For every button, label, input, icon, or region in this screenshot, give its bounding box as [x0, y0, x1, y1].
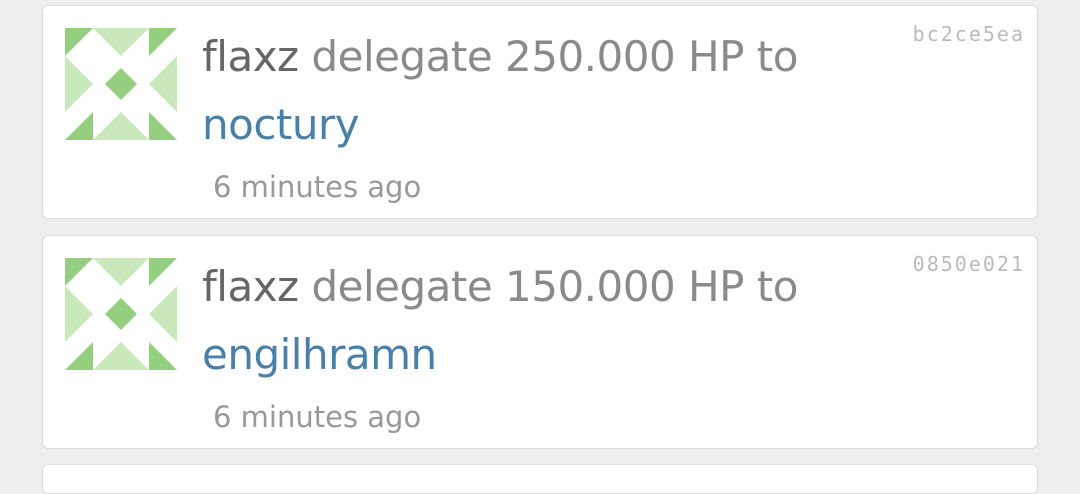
recipient-link[interactable]: engilhramn: [202, 330, 437, 379]
action-text: delegate 150.000 HP to: [311, 262, 798, 311]
transaction-hash[interactable]: 0850e021: [913, 252, 1025, 276]
notification-text: flaxz delegate 250.000 HP to: [202, 32, 798, 81]
notification-text: flaxz delegate 150.000 HP to: [202, 262, 798, 311]
notification-card[interactable]: flaxz delegate 150.000 HP to engilhramn …: [42, 235, 1038, 449]
timestamp: 6 minutes ago: [213, 170, 422, 204]
identicon-icon[interactable]: [65, 28, 177, 140]
recipient-link[interactable]: noctury: [202, 100, 360, 149]
notification-card-partial[interactable]: [42, 464, 1038, 494]
transaction-hash[interactable]: bc2ce5ea: [913, 22, 1025, 46]
action-text: delegate 250.000 HP to: [311, 32, 798, 81]
notification-card[interactable]: flaxz delegate 250.000 HP to noctury 6 m…: [42, 5, 1038, 219]
timestamp: 6 minutes ago: [213, 400, 422, 434]
username-link[interactable]: flaxz: [202, 32, 299, 81]
identicon-icon[interactable]: [65, 258, 177, 370]
username-link[interactable]: flaxz: [202, 262, 299, 311]
